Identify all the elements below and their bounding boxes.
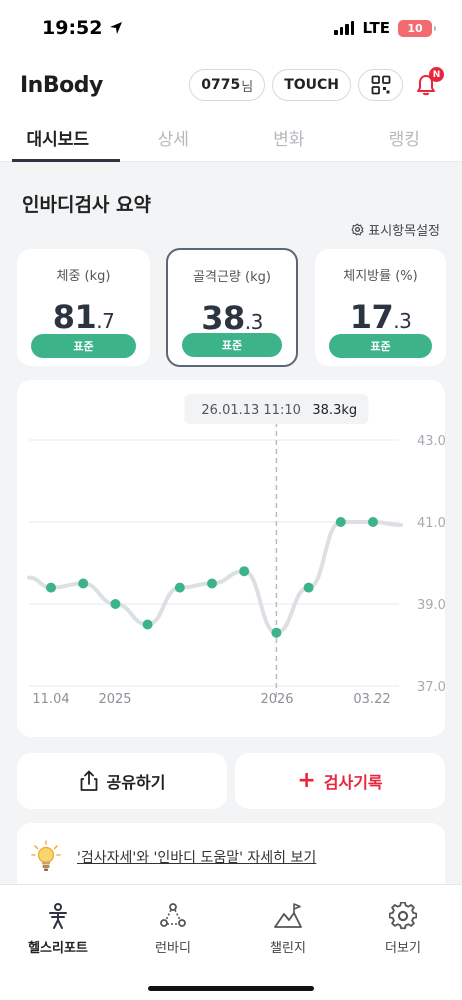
tab-detail[interactable]: 상세	[116, 114, 232, 161]
qr-code-button[interactable]	[358, 69, 403, 101]
trend-chart-card[interactable]: 43.0 41.0 39.0 37.0 26.01.13 11:10 38.3kg 11.0…	[17, 380, 445, 737]
user-suffix: 님	[241, 79, 254, 95]
metric-value-dec: .3	[244, 310, 264, 334]
tab-bar: 대시보드 상세 변화 랭킹	[0, 114, 462, 162]
share-label: 공유하기	[106, 773, 166, 792]
display-settings-label: 표시항목설정	[368, 224, 440, 239]
status-time: 19:52	[42, 17, 124, 39]
metric-value-dec: .3	[393, 309, 412, 333]
data-point	[335, 517, 346, 527]
data-point	[303, 582, 314, 593]
metric-value-int: 38	[201, 299, 245, 337]
metric-value: 81.7	[17, 298, 150, 336]
health-report-icon	[49, 903, 67, 929]
x-tick-label: 11.04	[32, 692, 69, 707]
x-tick-label: 2026	[260, 692, 293, 707]
nav-more[interactable]: 더보기	[358, 901, 448, 956]
record-button[interactable]: + 검사기록	[235, 753, 445, 809]
gear-icon	[389, 902, 417, 930]
metric-value-int: 81	[52, 298, 97, 336]
record-label: 검사기록	[323, 773, 383, 792]
data-point	[271, 627, 282, 638]
series-line	[27, 520, 403, 635]
x-tick-label: 2025	[98, 692, 131, 707]
metric-card-body-fat[interactable]: 체지방률 (%) 17.3 표준	[315, 249, 446, 366]
clock-text: 19:52	[42, 17, 103, 39]
share-button[interactable]: 공유하기	[17, 753, 227, 809]
metric-value-int: 17	[349, 298, 394, 336]
tooltip-date: 26.01.13 11:10	[201, 403, 301, 418]
guide-link[interactable]: '검사자세'와 '인바디 도움말' 자세히 보기	[77, 847, 316, 867]
data-point	[46, 582, 56, 593]
status-bar: 19:52 LTE 10	[0, 0, 462, 56]
notification-button[interactable]: N	[410, 67, 444, 101]
y-tick-label: 43.0	[417, 434, 445, 449]
home-indicator	[148, 986, 314, 991]
y-tick-label: 37.0	[417, 680, 445, 695]
data-point	[110, 599, 121, 609]
user-id: 0775	[201, 77, 241, 93]
data-point	[174, 582, 185, 593]
metric-value: 17.3	[315, 298, 446, 336]
touch-label: TOUCH	[284, 77, 339, 93]
runbody-icon	[160, 903, 186, 927]
bottom-nav: 헬스리포트 런바디 챌린지 더보기	[0, 884, 462, 1000]
metric-value: 38.3	[168, 299, 296, 337]
user-id-button[interactable]: 0775 님	[189, 69, 266, 101]
challenge-flag-icon	[274, 903, 302, 928]
lightbulb-icon	[31, 840, 61, 871]
data-point	[142, 619, 153, 630]
data-point	[368, 517, 378, 527]
section-title: 인바디검사 요약	[22, 194, 151, 216]
nav-label: 챌린지	[270, 941, 306, 956]
data-point	[239, 566, 250, 577]
nav-label: 런바디	[155, 941, 191, 956]
display-settings-link[interactable]: 표시항목설정	[351, 220, 440, 239]
y-tick-label: 39.0	[417, 598, 445, 613]
location-arrow-icon	[110, 22, 123, 34]
nav-label: 더보기	[385, 941, 421, 956]
y-tick-label: 41.0	[417, 516, 445, 531]
qr-code-icon	[371, 75, 390, 95]
trend-chart[interactable]: 43.0 41.0 39.0 37.0 26.01.13 11:10 38.3kg 11.0…	[17, 380, 445, 737]
metric-card-weight[interactable]: 체중 (kg) 81.7 표준	[17, 249, 150, 366]
metric-card-skeletal-muscle[interactable]: 골격근량 (kg) 38.3 표준	[166, 248, 298, 367]
data-point	[207, 578, 217, 589]
metric-label: 체중 (kg)	[56, 269, 111, 284]
share-icon	[80, 770, 97, 791]
data-point	[78, 578, 89, 589]
app-logo: InBody	[20, 72, 103, 98]
metric-label: 체지방률 (%)	[343, 269, 418, 284]
notification-badge: N	[429, 67, 444, 82]
status-badge: 표준	[31, 334, 136, 358]
x-tick-label: 03.22	[353, 692, 390, 707]
nav-health-report[interactable]: 헬스리포트	[13, 901, 103, 956]
app-header: InBody 0775 님 TOUCH N	[0, 56, 462, 114]
status-badge: 표준	[182, 333, 282, 357]
gear-icon	[351, 223, 364, 236]
network-label: LTE	[362, 19, 390, 37]
tooltip-value: 38.3kg	[312, 403, 357, 418]
nav-runbody[interactable]: 런바디	[128, 901, 218, 956]
status-badge: 표준	[329, 334, 432, 358]
plus-icon: +	[297, 768, 316, 793]
tab-change[interactable]: 변화	[231, 114, 347, 161]
nav-label: 헬스리포트	[28, 941, 88, 956]
nav-challenge[interactable]: 챌린지	[243, 901, 333, 956]
signal-icon	[334, 21, 355, 35]
battery-icon: 10	[398, 19, 436, 37]
tab-ranking[interactable]: 랭킹	[347, 114, 462, 161]
touch-button[interactable]: TOUCH	[272, 69, 351, 101]
guide-banner[interactable]: '검사자세'와 '인바디 도움말' 자세히 보기	[17, 823, 445, 891]
metric-value-dec: .7	[96, 309, 115, 333]
tab-dashboard[interactable]: 대시보드	[0, 114, 119, 162]
metric-label: 골격근량 (kg)	[193, 270, 271, 285]
battery-level: 10	[407, 21, 423, 35]
